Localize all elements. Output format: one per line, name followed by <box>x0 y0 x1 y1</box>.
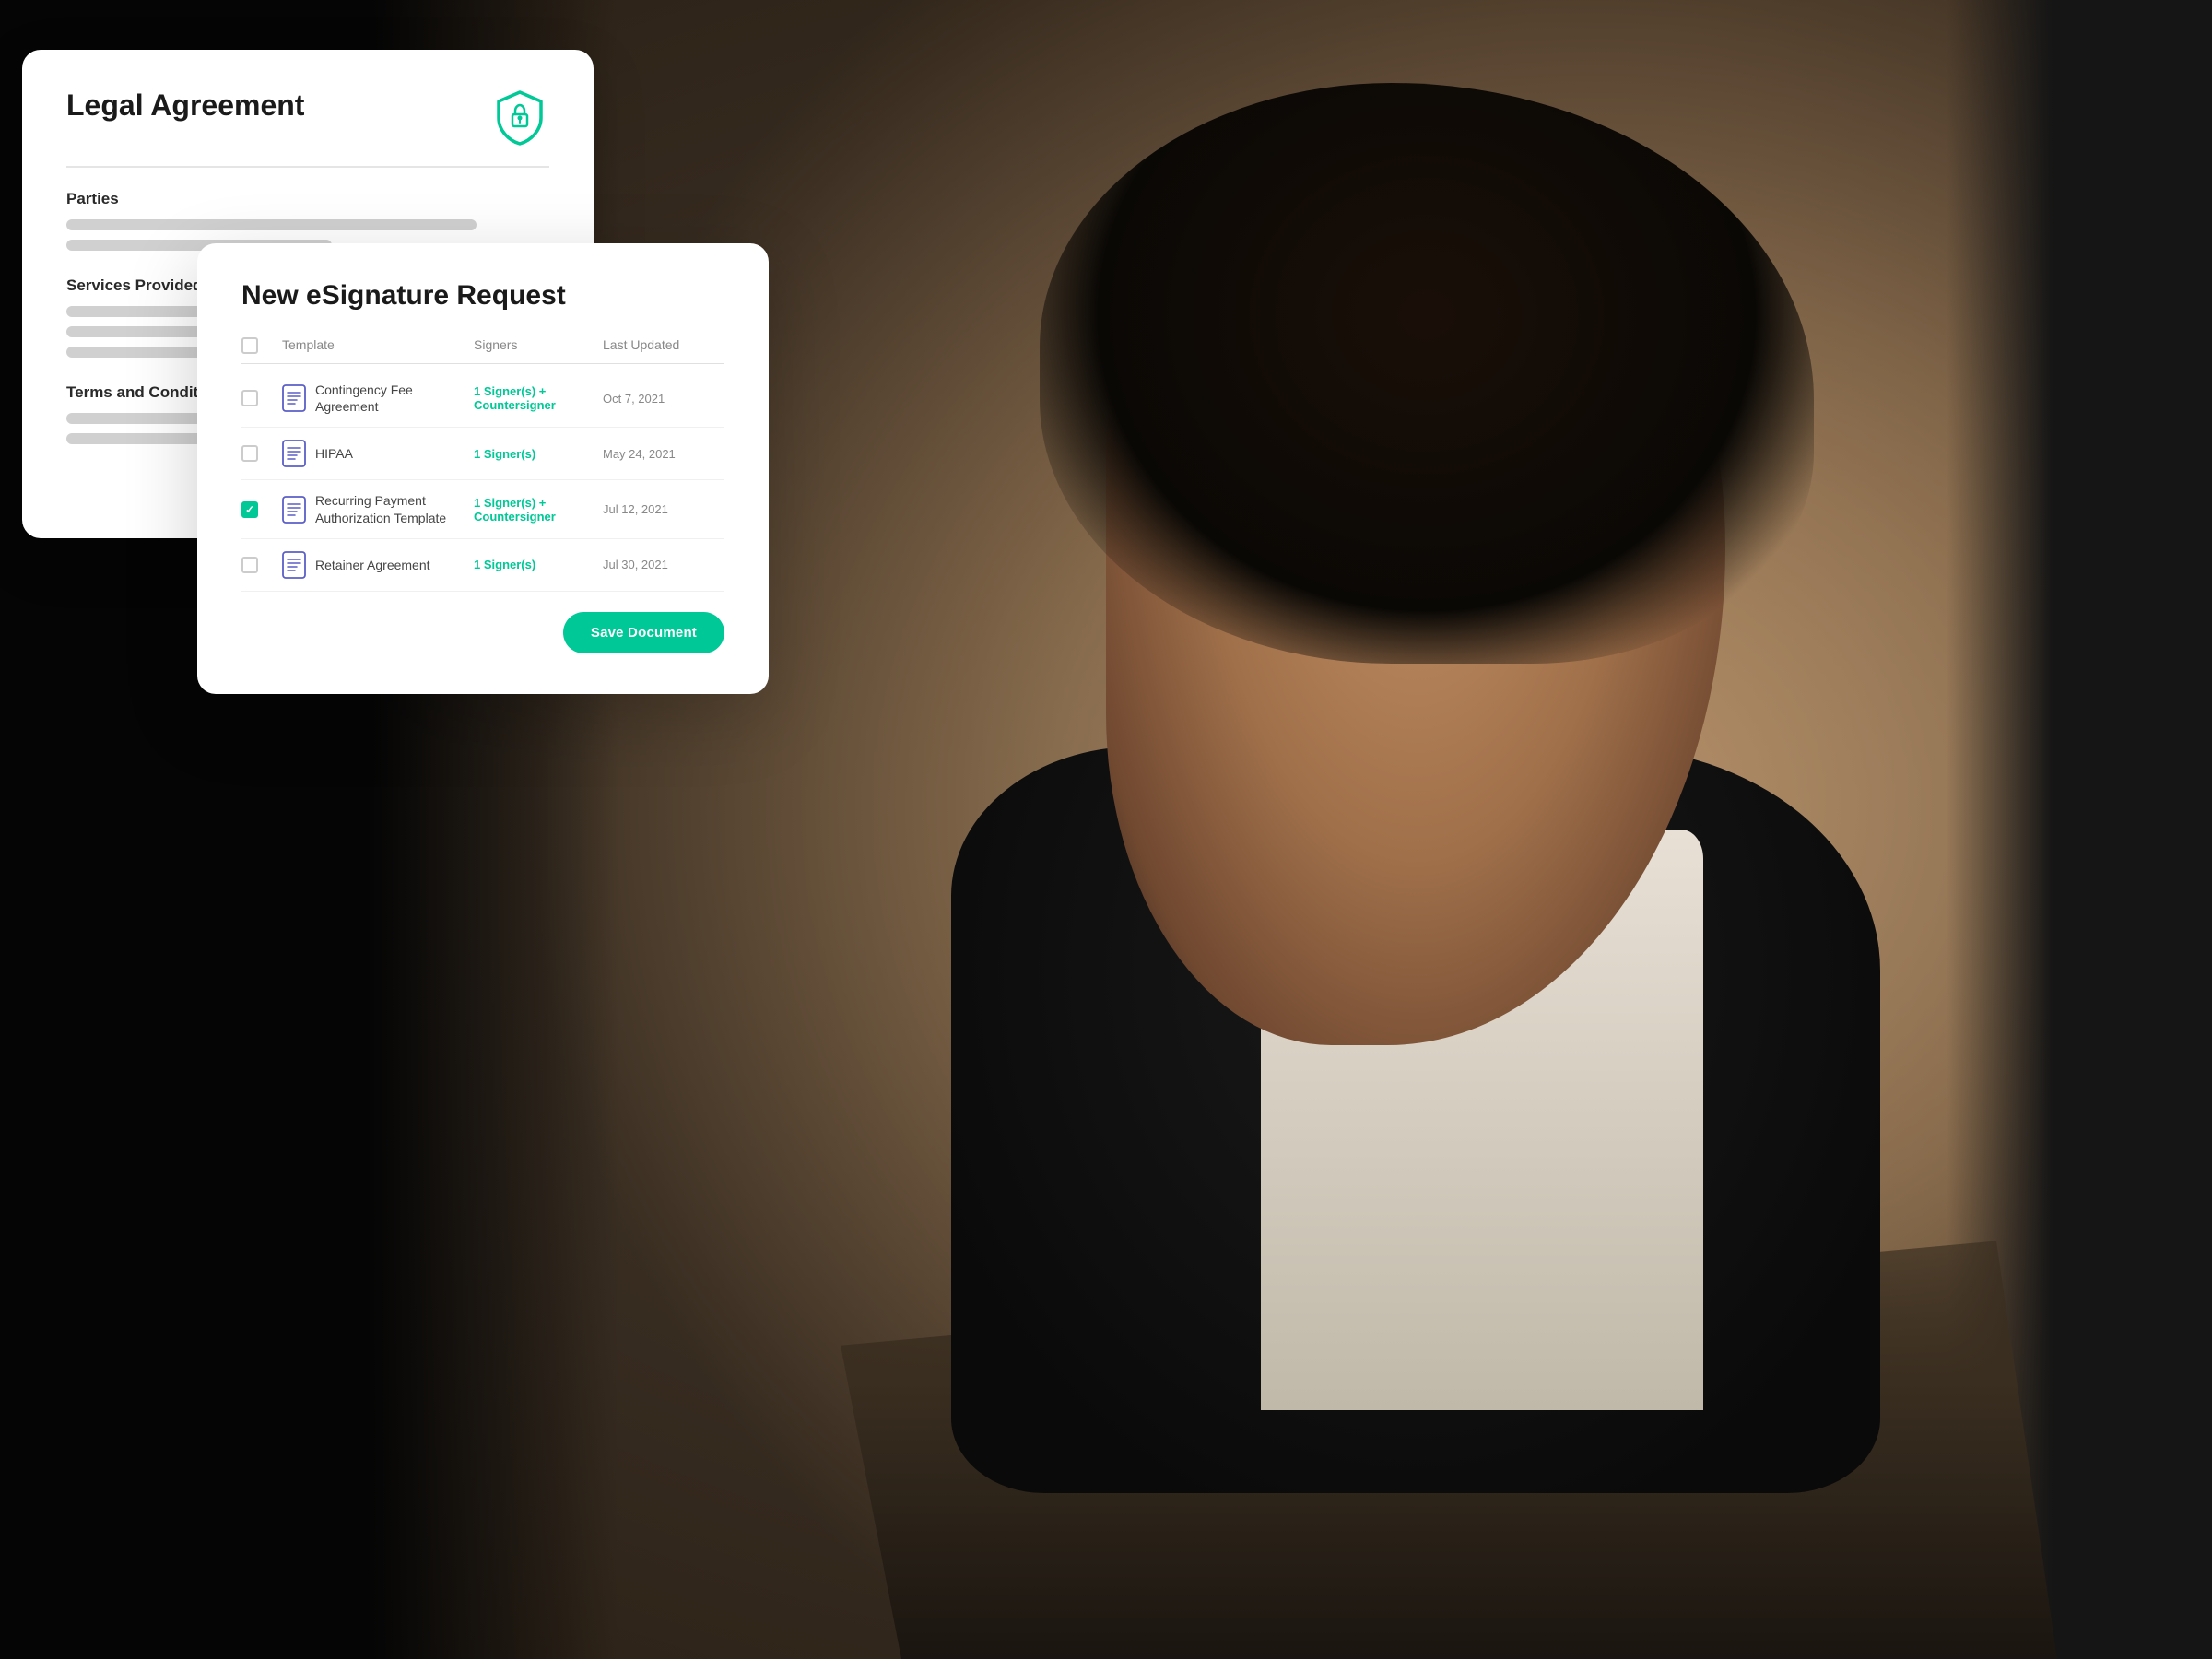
shield-icon-container <box>490 88 549 147</box>
row4-doc-icon <box>282 551 306 579</box>
row2-checkbox[interactable] <box>241 445 258 462</box>
table-row: Retainer Agreement 1 Signer(s) Jul 30, 2… <box>241 539 724 592</box>
row4-template-cell: Retainer Agreement <box>282 551 466 579</box>
row4-template-name: Retainer Agreement <box>315 557 430 573</box>
save-document-button[interactable]: Save Document <box>563 612 724 653</box>
select-all-checkbox[interactable] <box>241 337 258 354</box>
row1-template-cell: Contingency Fee Agreement <box>282 382 466 415</box>
parties-line-1 <box>66 219 477 230</box>
col-last-updated: Last Updated <box>603 337 724 354</box>
shield-lock-icon <box>495 90 545 146</box>
cards-container: Legal Agreement Parties Services Provide… <box>22 50 1526 1294</box>
esig-title: New eSignature Request <box>241 280 724 312</box>
esignature-card: New eSignature Request Template Signers … <box>197 243 769 694</box>
table-row: Contingency Fee Agreement 1 Signer(s) + … <box>241 370 724 428</box>
row2-template-name: HIPAA <box>315 445 353 462</box>
row2-date: May 24, 2021 <box>603 447 724 461</box>
row3-date: Jul 12, 2021 <box>603 502 724 516</box>
row1-template-name: Contingency Fee Agreement <box>315 382 466 415</box>
row3-signers: 1 Signer(s) + Countersigner <box>474 496 595 524</box>
row1-date: Oct 7, 2021 <box>603 392 724 406</box>
col-template: Template <box>282 337 466 354</box>
row2-signers: 1 Signer(s) <box>474 447 595 461</box>
col-signers: Signers <box>474 337 595 354</box>
row3-checkbox[interactable] <box>241 501 258 518</box>
legal-divider <box>66 166 549 168</box>
row3-template-name: Recurring Payment Authorization Template <box>315 492 466 525</box>
row3-doc-icon <box>282 496 306 524</box>
legal-card-header: Legal Agreement <box>66 88 549 147</box>
row2-doc-icon <box>282 440 306 467</box>
table-row: HIPAA 1 Signer(s) May 24, 2021 <box>241 428 724 480</box>
row1-signers: 1 Signer(s) + Countersigner <box>474 384 595 412</box>
row1-checkbox[interactable] <box>241 390 258 406</box>
parties-label: Parties <box>66 190 549 208</box>
legal-agreement-title: Legal Agreement <box>66 88 304 123</box>
parties-section: Parties <box>66 190 549 251</box>
row1-doc-icon <box>282 384 306 412</box>
row4-date: Jul 30, 2021 <box>603 558 724 571</box>
table-header: Template Signers Last Updated <box>241 337 724 364</box>
row4-signers: 1 Signer(s) <box>474 558 595 571</box>
row3-template-cell: Recurring Payment Authorization Template <box>282 492 466 525</box>
save-btn-row: Save Document <box>241 612 724 653</box>
row4-checkbox[interactable] <box>241 557 258 573</box>
table-row: Recurring Payment Authorization Template… <box>241 480 724 538</box>
row2-template-cell: HIPAA <box>282 440 466 467</box>
